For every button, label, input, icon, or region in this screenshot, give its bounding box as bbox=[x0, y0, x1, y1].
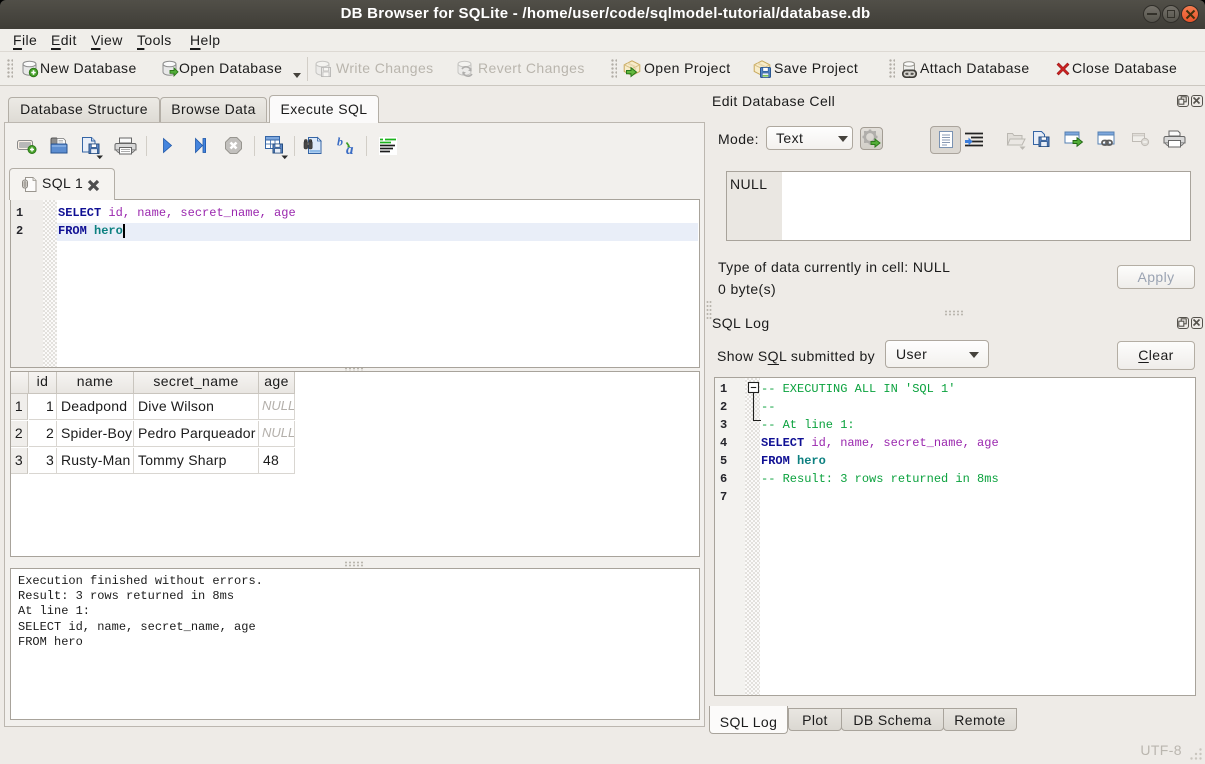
svg-text:b: b bbox=[337, 135, 343, 149]
